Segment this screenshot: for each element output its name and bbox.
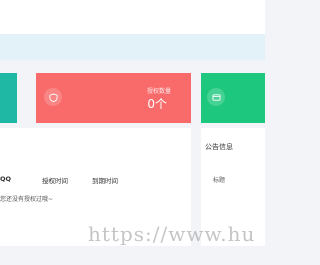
stat-card-label: 授权数量 <box>146 88 171 95</box>
table-empty-text: 您还没有授权过哦~ <box>0 196 54 203</box>
page-banner <box>0 34 265 60</box>
column-header-expire-time: 到期时间 <box>92 177 118 185</box>
notice-title: 公告信息 <box>205 143 233 151</box>
notice-column-header: 标题 <box>213 177 226 184</box>
stat-card-partial <box>0 73 17 123</box>
column-header-auth-time: 授权时间 <box>42 177 68 185</box>
shield-icon <box>44 88 62 106</box>
top-navbar <box>0 0 265 34</box>
stat-card-partial-right <box>201 73 265 123</box>
stat-card-value: 0个 <box>147 97 167 111</box>
card-icon <box>207 88 225 106</box>
watermark: https://www.hu <box>88 222 256 246</box>
stat-card-authorizations: 授权数量 0个 <box>36 73 191 123</box>
column-header-qq: QQ <box>0 175 12 183</box>
